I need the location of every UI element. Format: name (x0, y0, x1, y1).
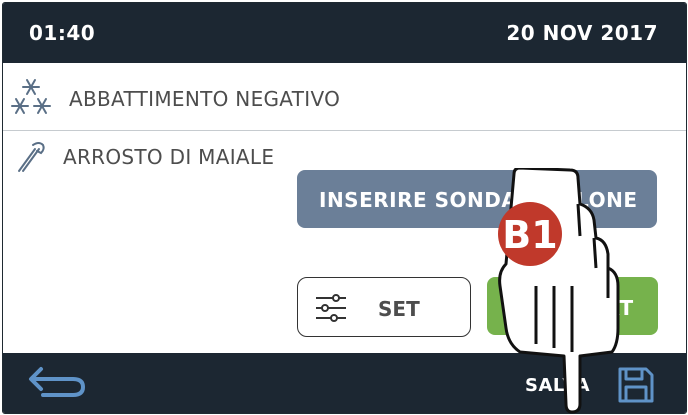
pointing-hand-icon: B1 (498, 168, 620, 414)
clock-time: 01:40 (29, 21, 96, 45)
b1-badge-text: B1 (502, 213, 557, 257)
settings-sliders-icon (316, 294, 346, 322)
cycle-mode-label: ABBATTIMENTO NEGATIVO (69, 87, 341, 111)
snowflakes-icon (11, 79, 51, 114)
back-arrow-icon[interactable] (23, 363, 87, 403)
status-bar: 01:40 20 NOV 2017 (3, 3, 686, 63)
recipe-name: ARROSTO DI MAIALE (63, 145, 275, 169)
set-label: SET (378, 297, 420, 321)
probe-icon (18, 142, 45, 172)
cycle-mode-row[interactable]: ABBATTIMENTO NEGATIVO (3, 63, 686, 131)
set-button[interactable]: SET (297, 277, 471, 337)
current-date: 20 NOV 2017 (506, 21, 658, 45)
